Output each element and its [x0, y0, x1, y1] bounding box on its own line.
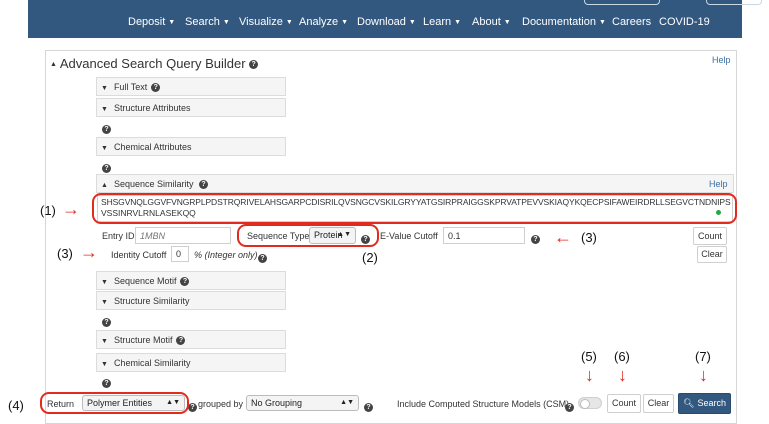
sequence-type-label: Sequence Type: [247, 231, 310, 241]
help-circle-icon[interactable]: ?: [531, 231, 540, 249]
sequence-line-1: SHSGVNQLGGVFVNGRPLPDSTRQRIVELAHSGARPCDIS…: [101, 197, 731, 207]
caret-down-icon: ▼: [341, 19, 349, 26]
nav-item-about[interactable]: About ▼: [472, 16, 511, 28]
grouped-by-label: grouped by: [198, 399, 244, 409]
caret-down-icon: ▼: [454, 19, 462, 26]
annotation-2: (2): [362, 250, 378, 265]
search-button[interactable]: 🔍︎ Search: [678, 393, 731, 414]
builder-title: Advanced Search Query Builder: [59, 56, 246, 71]
section-full-text[interactable]: ▼ Full Text?: [96, 77, 286, 96]
arrow-right-icon: →: [62, 199, 80, 219]
csm-toggle[interactable]: [578, 397, 602, 409]
entry-id-label: Entry ID: [102, 231, 135, 241]
sequence-type-select[interactable]: Protein ▲▼: [309, 227, 356, 244]
help-circle-icon[interactable]: ?: [364, 399, 373, 417]
identity-cutoff-label: Identity Cutoff: [111, 250, 167, 260]
caret-down-icon: ▼: [101, 361, 108, 368]
help-circle-icon[interactable]: ?: [249, 60, 259, 70]
identity-cutoff-input[interactable]: [171, 246, 189, 262]
caret-down-icon: ▼: [222, 19, 230, 26]
help-circle-icon[interactable]: ?: [199, 180, 208, 190]
section-structure-motif[interactable]: ▼ Structure Motif?: [96, 330, 286, 349]
caret-down-icon: ▼: [101, 299, 108, 306]
entry-id-input[interactable]: [135, 227, 231, 244]
builder-help-link[interactable]: Help: [712, 55, 731, 65]
annotation-1: (1): [40, 203, 56, 218]
valid-status-dot-icon: [716, 210, 721, 215]
evalue-cutoff-input[interactable]: [443, 227, 525, 244]
select-arrows-icon: ▲▼: [166, 399, 180, 406]
select-arrows-icon: ▲▼: [340, 399, 354, 406]
help-circle-icon[interactable]: ?: [565, 399, 574, 417]
sequence-clear-button[interactable]: Clear: [697, 246, 727, 263]
section-chemical-similarity[interactable]: ▼ Chemical Similarity: [96, 353, 286, 372]
section-structure-similarity[interactable]: ▼ Structure Similarity: [96, 291, 286, 310]
grouping-select[interactable]: No Grouping ▲▼: [246, 395, 359, 411]
select-arrows-icon: ▲▼: [337, 231, 351, 238]
caret-down-icon: ▼: [168, 19, 176, 26]
nav-item-covid-19[interactable]: COVID-19: [659, 16, 710, 28]
annotation-4: (4): [8, 398, 24, 413]
csm-label: Include Computed Structure Models (CSM): [397, 399, 570, 409]
return-label: Return: [47, 399, 75, 409]
help-circle-icon[interactable]: ?: [361, 231, 370, 249]
caret-down-icon: ▼: [285, 19, 293, 26]
nav-item-documentation[interactable]: Documentation ▼: [522, 16, 606, 28]
caret-up-icon: ▲: [101, 182, 108, 189]
clear-button[interactable]: Clear: [643, 394, 674, 413]
collapse-caret-icon: ▲: [50, 61, 57, 68]
arrow-down-icon: ↓: [618, 365, 627, 385]
caret-down-icon: ▼: [101, 106, 108, 113]
arrow-right-icon: →: [80, 242, 98, 262]
return-select[interactable]: Polymer Entities ▲▼: [82, 395, 185, 411]
nav-item-learn[interactable]: Learn ▼: [423, 16, 461, 28]
section-sequence-similarity-title[interactable]: ▲ Sequence Similarity ?: [101, 179, 208, 190]
section-structure-attributes[interactable]: ▼ Structure Attributes: [96, 98, 286, 117]
annotation-3-left: (3): [57, 246, 73, 261]
nav-button-right[interactable]: [706, 0, 762, 5]
help-circle-icon[interactable]: ?: [258, 250, 267, 268]
annotation-6: (6): [614, 349, 630, 364]
caret-down-icon: ▼: [408, 19, 416, 26]
arrow-down-icon: ↓: [585, 365, 594, 385]
arrow-left-icon: ←: [554, 227, 572, 247]
caret-down-icon: ▼: [503, 19, 511, 26]
toggle-knob: [580, 399, 590, 409]
sequence-count-button[interactable]: Count: [693, 227, 727, 245]
help-circle-icon[interactable]: ?: [176, 336, 186, 346]
nav-item-careers[interactable]: Careers: [612, 16, 651, 28]
nav-item-deposit[interactable]: Deposit ▼: [128, 16, 175, 28]
help-circle-icon[interactable]: ?: [180, 277, 190, 287]
search-icon: 🔍︎: [683, 398, 695, 408]
nav-button-left[interactable]: [584, 0, 660, 5]
identity-cutoff-unit: % (Integer only): [194, 250, 258, 260]
caret-down-icon: ▼: [101, 279, 108, 286]
help-circle-icon[interactable]: ?: [102, 375, 111, 393]
nav-item-analyze[interactable]: Analyze ▼: [299, 16, 348, 28]
caret-down-icon: ▼: [599, 19, 606, 26]
section-sequence-motif[interactable]: ▼ Sequence Motif?: [96, 271, 286, 290]
arrow-down-icon: ↓: [699, 365, 708, 385]
builder-header[interactable]: ▲ Advanced Search Query Builder ?: [50, 56, 259, 71]
nav-item-visualize[interactable]: Visualize ▼: [239, 16, 293, 28]
caret-down-icon: ▼: [101, 145, 108, 152]
help-circle-icon[interactable]: ?: [188, 399, 197, 417]
annotation-7: (7): [695, 349, 711, 364]
sequence-line-2: VSSINRVLRNLASEKQQ: [101, 208, 196, 218]
annotation-3-right: (3): [581, 230, 597, 245]
nav-item-download[interactable]: Download ▼: [357, 16, 416, 28]
nav-item-search[interactable]: Search ▼: [185, 16, 230, 28]
caret-down-icon: ▼: [101, 85, 108, 92]
help-circle-icon[interactable]: ?: [151, 83, 161, 93]
annotation-5: (5): [581, 349, 597, 364]
section-chemical-attributes[interactable]: ▼ Chemical Attributes: [96, 137, 286, 156]
count-button[interactable]: Count: [607, 394, 641, 413]
caret-down-icon: ▼: [101, 338, 108, 345]
sequence-help-link[interactable]: Help: [709, 179, 728, 189]
evalue-cutoff-label: E-Value Cutoff: [380, 231, 438, 241]
